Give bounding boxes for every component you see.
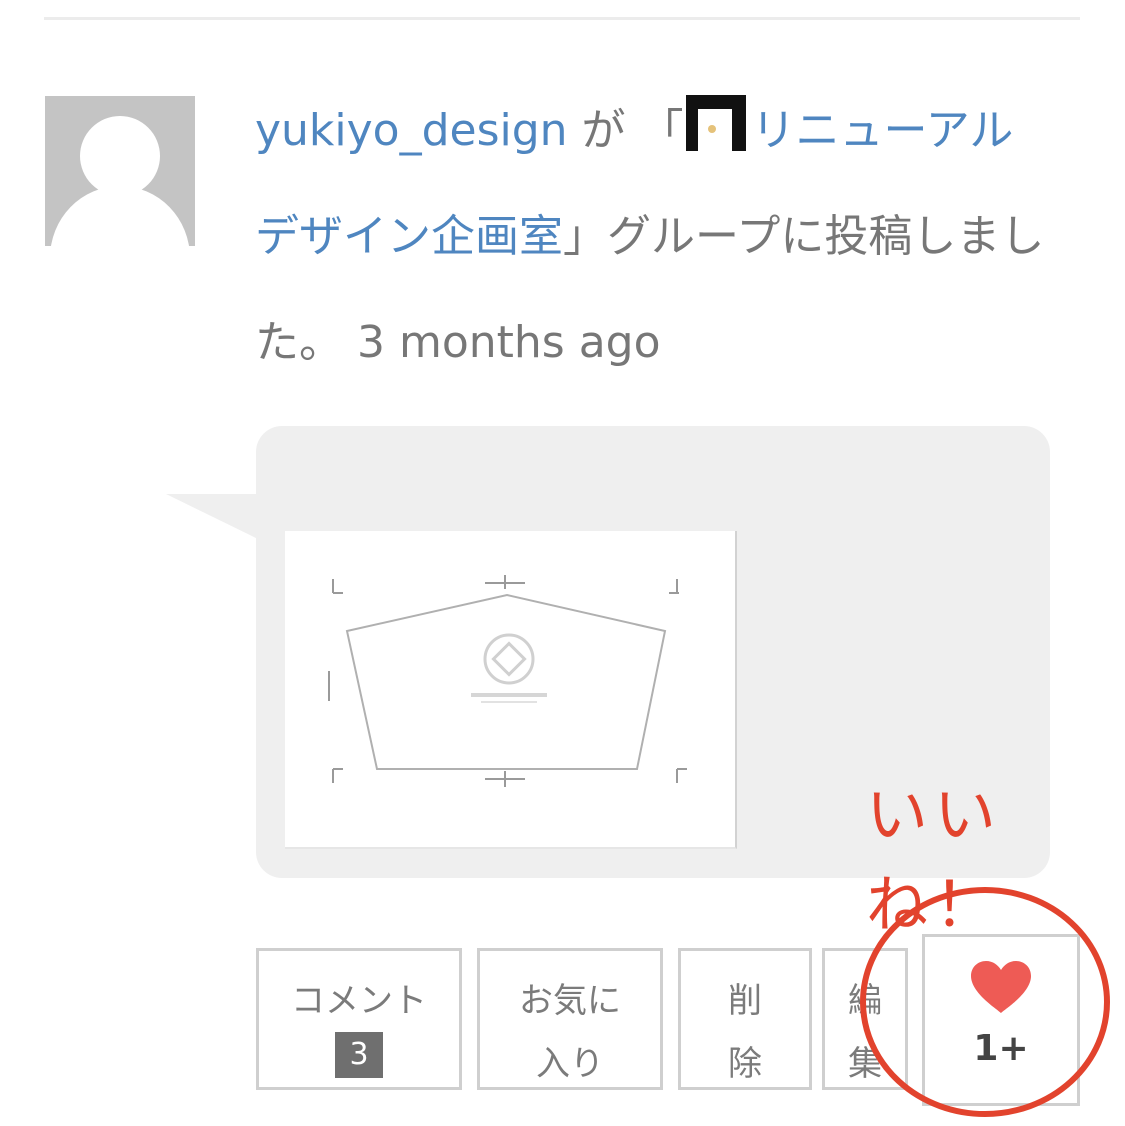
attachment-image[interactable] bbox=[285, 531, 737, 849]
open-quote: 「 bbox=[639, 105, 684, 156]
delete-label-line2: 除 bbox=[728, 1044, 762, 1084]
favorite-label-line1: お気に bbox=[519, 981, 621, 1021]
activity-header: yukiyo_design が 「リニューアルデザイン企画室」グループに投稿しま… bbox=[255, 78, 1055, 396]
delete-button[interactable]: 削 除 bbox=[678, 948, 812, 1090]
comment-button[interactable]: コメント 3 bbox=[256, 948, 462, 1090]
particle-text: が bbox=[567, 105, 640, 156]
timestamp-link[interactable]: 3 months ago bbox=[357, 317, 661, 368]
annotation-text: いいね！ bbox=[866, 778, 1003, 941]
username-link[interactable]: yukiyo_design bbox=[255, 105, 568, 156]
delete-label-line1: 削 bbox=[728, 981, 762, 1021]
comment-count-badge: 3 bbox=[335, 1032, 383, 1078]
close-quote: 」 bbox=[563, 211, 607, 262]
edit-button[interactable]: 編 集 bbox=[822, 948, 908, 1090]
edit-label-line2: 集 bbox=[848, 1044, 882, 1084]
bubble-tail bbox=[166, 494, 260, 540]
like-button[interactable]: 1+ bbox=[922, 934, 1080, 1106]
comment-label: コメント bbox=[291, 981, 427, 1021]
heart-icon bbox=[971, 961, 1031, 1013]
group-avatar-icon[interactable] bbox=[685, 95, 746, 151]
like-count: 1+ bbox=[973, 1028, 1029, 1069]
avatar[interactable] bbox=[45, 96, 195, 246]
top-divider bbox=[44, 17, 1080, 20]
favorite-button[interactable]: お気に 入り bbox=[477, 948, 663, 1090]
pentagon-design-preview bbox=[328, 575, 687, 787]
edit-label-line1: 編 bbox=[848, 981, 882, 1021]
favorite-label-line2: 入り bbox=[536, 1044, 604, 1084]
default-user-icon bbox=[50, 116, 190, 246]
